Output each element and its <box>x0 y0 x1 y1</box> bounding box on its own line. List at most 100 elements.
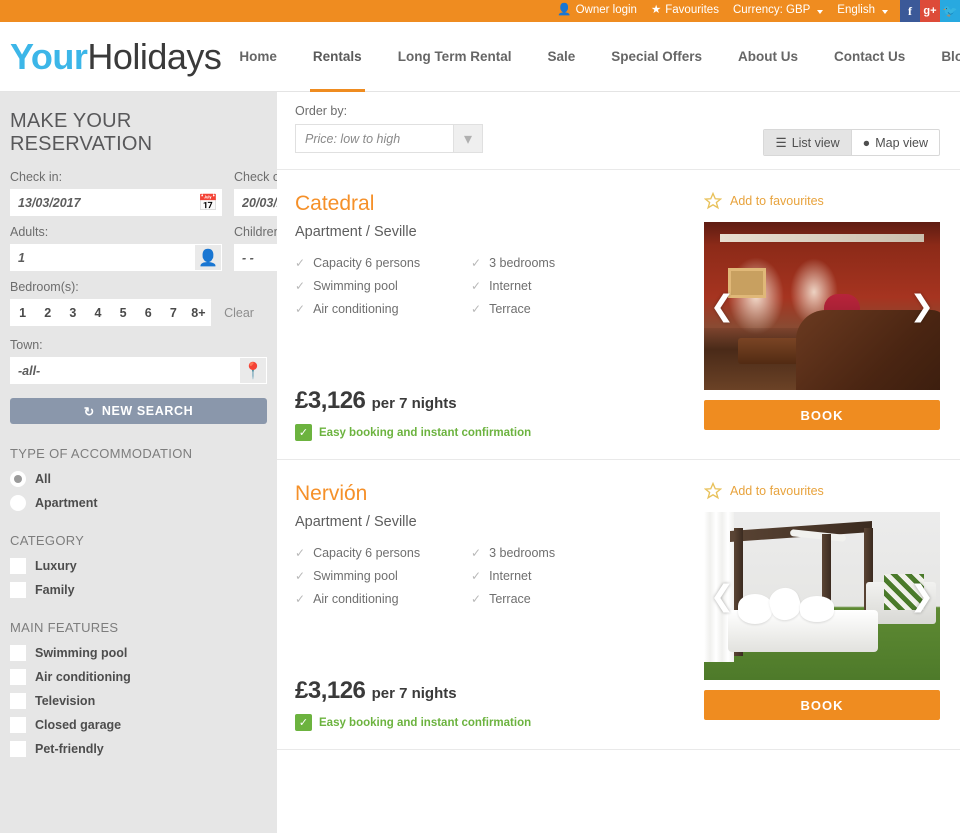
favourites-link[interactable]: ★ Favourites <box>651 5 719 17</box>
listing-feature-label: Internet <box>489 279 532 294</box>
accommodation-option-apartment[interactable]: Apartment <box>10 495 267 511</box>
listing-feature: ✓ Capacity 6 persons <box>295 546 471 560</box>
bedroom-option-4[interactable]: 4 <box>85 299 110 326</box>
checkbox-icon <box>10 669 26 685</box>
currency-selector[interactable]: Currency: GBP <box>733 5 824 17</box>
add-to-favourites-label: Add to favourites <box>730 484 824 499</box>
top-utility-bar: 👤 Owner login ★ Favourites Currency: GBP… <box>0 0 960 22</box>
check-icon: ✓ <box>295 256 306 271</box>
view-toggle: ☰ List view ● Map view <box>763 129 940 156</box>
add-to-favourites-button[interactable]: Add to favourites <box>704 190 940 212</box>
main-navigation: Home Rentals Long Term Rental Sale Speci… <box>221 22 960 92</box>
listing-feature-label: Capacity 6 persons <box>313 546 421 561</box>
nav-item-home[interactable]: Home <box>239 22 277 92</box>
nav-item-blog[interactable]: Blog <box>941 22 960 92</box>
nav-item-long-term-rental[interactable]: Long Term Rental <box>398 22 512 92</box>
listing-photo[interactable]: ❮ ❯ <box>704 512 940 681</box>
bedroom-option-8plus[interactable]: 8+ <box>186 299 211 326</box>
nav-item-sale[interactable]: Sale <box>547 22 575 92</box>
listing-feature-label: Swimming pool <box>313 279 398 294</box>
feature-option-closed-garage[interactable]: Closed garage <box>10 717 267 733</box>
photo-detail-pillow <box>738 594 772 625</box>
bedroom-option-1[interactable]: 1 <box>10 299 35 326</box>
chevron-down-icon <box>817 10 824 14</box>
check-icon: ✓ <box>295 592 306 607</box>
listing-feature-label: Air conditioning <box>313 592 399 607</box>
user-icon: 👤 <box>557 4 572 17</box>
calendar-icon[interactable]: 📅 <box>195 190 221 215</box>
feature-option-swimming-pool[interactable]: Swimming pool <box>10 645 267 661</box>
bedroom-option-3[interactable]: 3 <box>60 299 85 326</box>
listing-photo[interactable]: ❮ ❯ <box>704 222 940 390</box>
bedroom-option-2[interactable]: 2 <box>35 299 60 326</box>
bedroom-count-buttons: 1 2 3 4 5 6 7 8+ <box>10 299 211 326</box>
feature-option-pet-friendly[interactable]: Pet-friendly <box>10 741 267 757</box>
results-toolbar: Order by: Price: low to high ▾ ☰ List vi… <box>277 92 960 170</box>
category-option-family[interactable]: Family <box>10 582 267 598</box>
listing-feature-label: Terrace <box>489 592 531 607</box>
photo-prev-arrow-icon[interactable]: ❮ <box>710 581 734 611</box>
feature-option-swimming-pool-label: Swimming pool <box>35 646 128 660</box>
accommodation-option-all[interactable]: All <box>10 471 267 487</box>
adults-group: Adults: 👤 <box>10 225 222 271</box>
chevron-down-icon <box>882 10 888 14</box>
bedroom-option-6[interactable]: 6 <box>136 299 161 326</box>
listing-title[interactable]: Catedral <box>295 192 704 215</box>
star-icon <box>704 482 722 500</box>
town-field[interactable]: 📍 <box>10 357 267 384</box>
nav-item-rentals[interactable]: Rentals <box>309 22 365 92</box>
checkout-input[interactable] <box>235 190 277 215</box>
logo-holidays: Holidays <box>87 35 222 77</box>
list-view-button[interactable]: ☰ List view <box>764 130 852 155</box>
twitter-icon[interactable]: 🐦 <box>940 0 960 22</box>
language-selector[interactable]: English <box>837 5 888 17</box>
bedrooms-selector: 1 2 3 4 5 6 7 8+ Clear <box>10 299 267 326</box>
chevron-down-icon: ▾ <box>453 125 482 152</box>
logo-your: Your <box>10 35 88 77</box>
site-logo[interactable]: YourHolidays <box>10 35 222 77</box>
facebook-icon[interactable]: f <box>900 0 920 22</box>
bedrooms-clear-button[interactable]: Clear <box>211 299 267 326</box>
listing-title[interactable]: Nervión <box>295 482 704 505</box>
children-input[interactable] <box>235 245 277 270</box>
bedroom-option-7[interactable]: 7 <box>161 299 186 326</box>
checkout-field[interactable]: 📅 <box>234 189 277 216</box>
nav-item-special-offers[interactable]: Special Offers <box>611 22 702 92</box>
new-search-button[interactable]: ↻ NEW SEARCH <box>10 398 267 424</box>
google-plus-icon[interactable]: g+ <box>920 0 940 22</box>
checkin-input[interactable] <box>11 190 195 215</box>
book-button[interactable]: BOOK <box>704 400 940 430</box>
order-by-select[interactable]: Price: low to high ▾ <box>295 124 483 153</box>
feature-option-television[interactable]: Television <box>10 693 267 709</box>
bedroom-option-5[interactable]: 5 <box>111 299 136 326</box>
checkbox-icon <box>10 741 26 757</box>
feature-option-air-conditioning[interactable]: Air conditioning <box>10 669 267 685</box>
listing-card: Catedral Apartment / Seville ✓ Capacity 6… <box>277 170 960 461</box>
favourites-label: Favourites <box>665 4 719 17</box>
adults-label: Adults: <box>10 225 49 239</box>
photo-prev-arrow-icon[interactable]: ❮ <box>710 291 734 321</box>
adults-input[interactable] <box>11 245 195 270</box>
check-icon: ✓ <box>295 546 306 561</box>
owner-login-link[interactable]: 👤 Owner login <box>557 5 637 17</box>
nav-item-contact-us[interactable]: Contact Us <box>834 22 905 92</box>
add-to-favourites-button[interactable]: Add to favourites <box>704 480 940 502</box>
listing-feature: ✓ Air conditioning <box>295 592 471 606</box>
adults-field[interactable]: 👤 <box>10 244 222 271</box>
map-pin-icon[interactable]: 📍 <box>240 358 266 383</box>
list-view-label: List view <box>791 135 840 150</box>
photo-next-arrow-icon[interactable]: ❯ <box>910 291 934 321</box>
children-field[interactable]: 👤 <box>234 244 277 271</box>
feature-option-closed-garage-label: Closed garage <box>35 718 122 732</box>
book-button[interactable]: BOOK <box>704 690 940 721</box>
nav-item-about-us[interactable]: About Us <box>738 22 798 92</box>
listing-price-block: £3,126 per 7 nights ✓ Easy booking and i… <box>295 387 704 442</box>
photo-next-arrow-icon[interactable]: ❯ <box>910 581 934 611</box>
town-input[interactable] <box>11 358 240 383</box>
checkin-field[interactable]: 📅 <box>10 189 222 216</box>
page-body: MAKE YOUR RESERVATION Check in: 📅 Check … <box>0 92 960 833</box>
category-option-luxury[interactable]: Luxury <box>10 558 267 574</box>
sidebar-title: MAKE YOUR RESERVATION <box>10 110 153 155</box>
check-icon: ✓ <box>471 302 482 317</box>
map-view-button[interactable]: ● Map view <box>852 130 939 155</box>
